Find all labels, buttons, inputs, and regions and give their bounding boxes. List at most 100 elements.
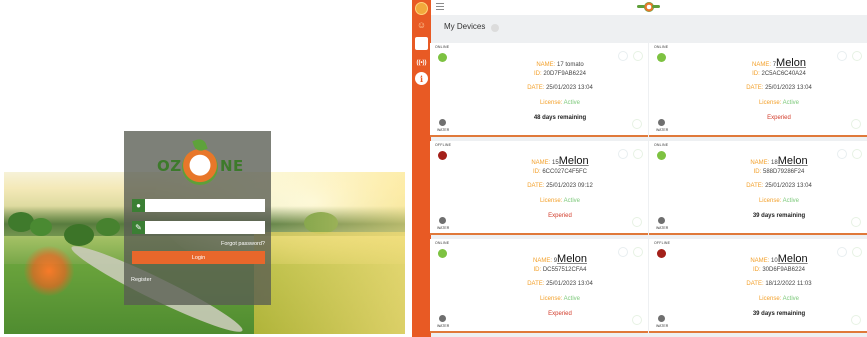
license-label: License: <box>758 100 782 106</box>
device-name: 15 <box>552 160 559 166</box>
info-icon[interactable]: i <box>415 72 428 85</box>
device-id: 6CC027C4F5FC <box>542 169 588 175</box>
forgot-password-link[interactable]: Forgot password? <box>221 241 265 247</box>
remaining-days: 48 days remaining <box>533 115 587 121</box>
device-name: 10 <box>771 258 778 264</box>
device-date-line: DATE: 25/01/2023 13:04 <box>699 183 859 189</box>
device-id-line: ID: 20D7F9AB6224 <box>480 71 640 77</box>
remaining-days: Experied <box>548 311 572 317</box>
water-icon[interactable] <box>439 119 446 126</box>
name-label: NAME: <box>752 62 772 68</box>
device-id-line: ID: 588D79286F24 <box>699 169 859 175</box>
username-input[interactable] <box>145 199 265 212</box>
name-label: NAME: <box>533 258 553 264</box>
license-label: License: <box>539 100 563 106</box>
top-bar <box>431 0 867 15</box>
device-name-line: NAME: 18Melon <box>699 155 859 167</box>
water-icon[interactable] <box>658 217 665 224</box>
license-status: Active <box>782 296 800 302</box>
device-date-line: DATE: 18/12/2022 11:03 <box>699 281 859 287</box>
id-label: ID: <box>752 71 760 77</box>
status-dot-icon <box>491 24 499 32</box>
status-indicator-icon <box>438 53 447 62</box>
license-status: Active <box>782 100 800 106</box>
device-date: 25/01/2023 13:04 <box>546 281 593 287</box>
sun-flare <box>24 246 74 296</box>
license-status: Active <box>563 296 581 302</box>
device-id: DC557512CFA4 <box>542 267 587 273</box>
signal-icon[interactable]: ((•)) <box>415 56 428 69</box>
username-row: ● <box>132 199 265 212</box>
device-id: 588D79286F24 <box>762 169 805 175</box>
license-label: License: <box>539 296 563 302</box>
device-name-handwritten: Melon <box>557 253 587 265</box>
device-name-line: NAME: 15Melon <box>480 155 640 167</box>
device-date: 25/01/2023 09:12 <box>546 183 593 189</box>
devices-icon[interactable] <box>415 37 428 50</box>
device-card[interactable]: ONLINE NAME: 7Melon ID: 2C5AC6C40A24 DATE: … <box>649 43 867 137</box>
license-line: License: Active <box>699 296 859 302</box>
device-card[interactable]: ONLINE NAME: 9Melon ID: DC557512CFA4 DATE: … <box>430 239 648 333</box>
device-name-handwritten: Melon <box>558 155 589 167</box>
device-card[interactable]: ONLINE NAME: 18Melon ID: 588D79286F24 DATE:… <box>649 141 867 235</box>
user-icon: ● <box>132 199 145 212</box>
device-id: 30D6F9AB6224 <box>762 267 806 273</box>
logo-text-left: OZ <box>157 157 182 175</box>
page-title: My Devices <box>444 22 486 31</box>
device-date: 18/12/2022 11:03 <box>765 281 812 287</box>
password-row: ✎ <box>132 221 265 234</box>
water-icon[interactable] <box>658 119 665 126</box>
menu-icon[interactable] <box>436 3 444 10</box>
remaining-days: Experied <box>767 115 791 121</box>
water-label: WATER <box>656 226 669 230</box>
device-date-line: DATE: 25/01/2023 13:04 <box>699 85 859 91</box>
password-input[interactable] <box>145 221 265 234</box>
device-id-line: ID: DC557512CFA4 <box>480 267 640 273</box>
login-button[interactable]: Login <box>132 251 265 264</box>
register-link[interactable]: Register <box>131 277 151 283</box>
id-label: ID: <box>752 267 761 273</box>
status-indicator-icon <box>438 151 447 160</box>
device-card[interactable]: OFFLINE NAME: 10Melon ID: 30D6F9AB6224 DATE… <box>649 239 867 333</box>
water-icon[interactable] <box>658 315 665 322</box>
name-label: NAME: <box>531 160 551 166</box>
name-label: NAME: <box>750 258 770 264</box>
date-label: DATE: <box>746 183 764 189</box>
water-label: WATER <box>656 324 669 328</box>
license-line: License: Active <box>480 198 640 204</box>
device-date: 25/01/2023 13:04 <box>765 183 812 189</box>
connection-status: OFFLINE <box>435 143 452 147</box>
user-icon[interactable]: ☺ <box>415 18 428 31</box>
device-id-line: ID: 30D6F9AB6224 <box>699 267 859 273</box>
status-indicator-icon <box>657 151 666 160</box>
connection-status: ONLINE <box>435 45 450 49</box>
license-line: License: Active <box>699 100 859 106</box>
device-name-line: NAME: 7Melon <box>699 57 859 69</box>
device-card[interactable]: ONLINE NAME: 17 tomato ID: 20D7F9AB6224 DAT… <box>430 43 648 137</box>
sidebar: ☺ ((•)) i <box>412 0 431 337</box>
water-icon[interactable] <box>439 217 446 224</box>
date-label: DATE: <box>746 281 764 287</box>
logo-ring-icon <box>182 149 218 185</box>
connection-status: OFFLINE <box>654 241 671 245</box>
device-id-line: ID: 2C5AC6C40A24 <box>699 71 859 77</box>
water-label: WATER <box>656 128 669 132</box>
license-status: Active <box>563 100 581 106</box>
date-label: DATE: <box>527 281 545 287</box>
ozone-logo: OZ NE <box>124 135 271 185</box>
license-line: License: Active <box>699 198 859 204</box>
device-date-line: DATE: 25/01/2023 13:04 <box>480 281 640 287</box>
device-date: 25/01/2023 13:04 <box>546 85 593 91</box>
status-indicator-icon <box>657 249 666 258</box>
logo-text-right: NE <box>220 157 244 175</box>
avatar[interactable] <box>415 2 428 15</box>
tree <box>64 224 94 246</box>
device-date-line: DATE: 25/01/2023 13:04 <box>480 85 640 91</box>
license-label: License: <box>758 198 782 204</box>
ozone-logo-small <box>637 2 660 13</box>
device-card[interactable]: OFFLINE NAME: 15Melon ID: 6CC027C4F5FC DATE… <box>430 141 648 235</box>
water-label: WATER <box>437 324 450 328</box>
water-icon[interactable] <box>439 315 446 322</box>
device-name-line: NAME: 17 tomato <box>480 57 640 69</box>
water-label: WATER <box>437 226 450 230</box>
